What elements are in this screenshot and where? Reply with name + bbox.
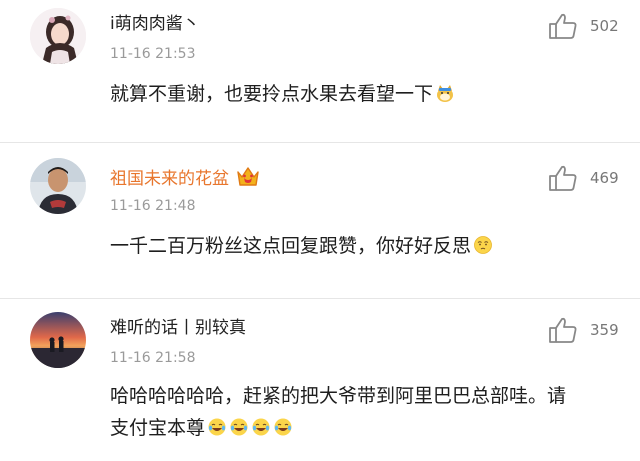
comment-text: 哈哈哈哈哈哈，赶紧的把大爷带到阿里巴巴总部哇。请 支付宝本尊 [110, 380, 620, 444]
thinking-emoji-icon [474, 236, 492, 254]
like-button[interactable]: 502 [548, 12, 628, 40]
vip-crown-icon [237, 167, 259, 186]
like-button[interactable]: 469 [548, 164, 628, 192]
laughing-emoji-icon [274, 418, 292, 436]
doge-emoji-icon [437, 85, 454, 102]
username[interactable]: 祖国未来的花盆 [110, 164, 261, 189]
laughing-emoji-icon [208, 418, 226, 436]
user-avatar[interactable] [30, 312, 86, 368]
user-avatar[interactable] [30, 158, 86, 214]
username[interactable]: 难听的话丨别较真 [110, 318, 246, 338]
comment-text: 就算不重谢，也要拎点水果去看望一下 [110, 78, 620, 110]
comment-text-line: 哈哈哈哈哈哈，赶紧的把大爷带到阿里巴巴总部哇。请 [110, 385, 567, 407]
comment-text-content: 一千二百万粉丝这点回复跟赞，你好好反思 [110, 235, 472, 257]
comment-text: 一千二百万粉丝这点回复跟赞，你好好反思 [110, 230, 620, 262]
thumbs-up-icon [549, 317, 577, 343]
like-button[interactable]: 359 [548, 316, 628, 344]
thumbs-up-icon [549, 165, 577, 191]
comment-text-content: 支付宝本尊 [110, 417, 206, 439]
like-count: 502 [590, 17, 619, 35]
comment-text-line: 支付宝本尊 [110, 412, 620, 444]
like-count: 359 [590, 321, 619, 339]
comment-timestamp: 11-16 21:58 [110, 350, 196, 366]
laughing-emoji-icon [252, 418, 270, 436]
laughing-emoji-icon [230, 418, 248, 436]
comment-divider [0, 298, 640, 299]
comment-text-content: 就算不重谢，也要拎点水果去看望一下 [110, 83, 434, 105]
comment-divider [0, 142, 640, 143]
username[interactable]: i萌肉肉酱丶 [110, 14, 200, 34]
like-count: 469 [590, 169, 619, 187]
username-text: 祖国未来的花盆 [110, 169, 229, 189]
thumbs-up-icon [549, 13, 577, 39]
user-avatar[interactable] [30, 8, 86, 64]
comment-timestamp: 11-16 21:48 [110, 198, 196, 214]
comment-timestamp: 11-16 21:53 [110, 46, 196, 62]
